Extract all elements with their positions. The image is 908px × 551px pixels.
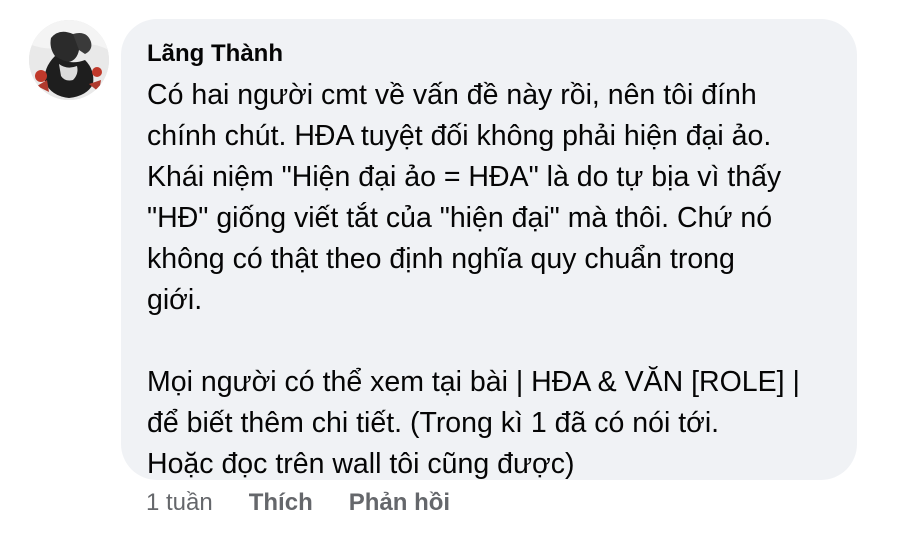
- like-button[interactable]: Thích: [249, 489, 313, 517]
- comment-paragraph-1: Có hai người cmt về vấn đề này rồi, nên …: [147, 79, 782, 316]
- comment-bubble: Lãng Thành Có hai người cmt về vấn đề nà…: [121, 19, 857, 480]
- comment: Lãng Thành Có hai người cmt về vấn đề nà…: [0, 0, 908, 551]
- avatar-image: [29, 20, 109, 100]
- comment-actions: 1 tuần Thích Phản hồi: [146, 489, 486, 517]
- comment-author[interactable]: Lãng Thành: [147, 39, 831, 69]
- avatar[interactable]: [29, 20, 109, 100]
- reply-button[interactable]: Phản hồi: [349, 489, 450, 517]
- comment-body: Có hai người cmt về vấn đề này rồi, nên …: [147, 75, 831, 485]
- comment-timestamp[interactable]: 1 tuần: [146, 489, 213, 517]
- comment-paragraph-2: Mọi người có thể xem tại bài | HĐA & VĂN…: [147, 366, 800, 480]
